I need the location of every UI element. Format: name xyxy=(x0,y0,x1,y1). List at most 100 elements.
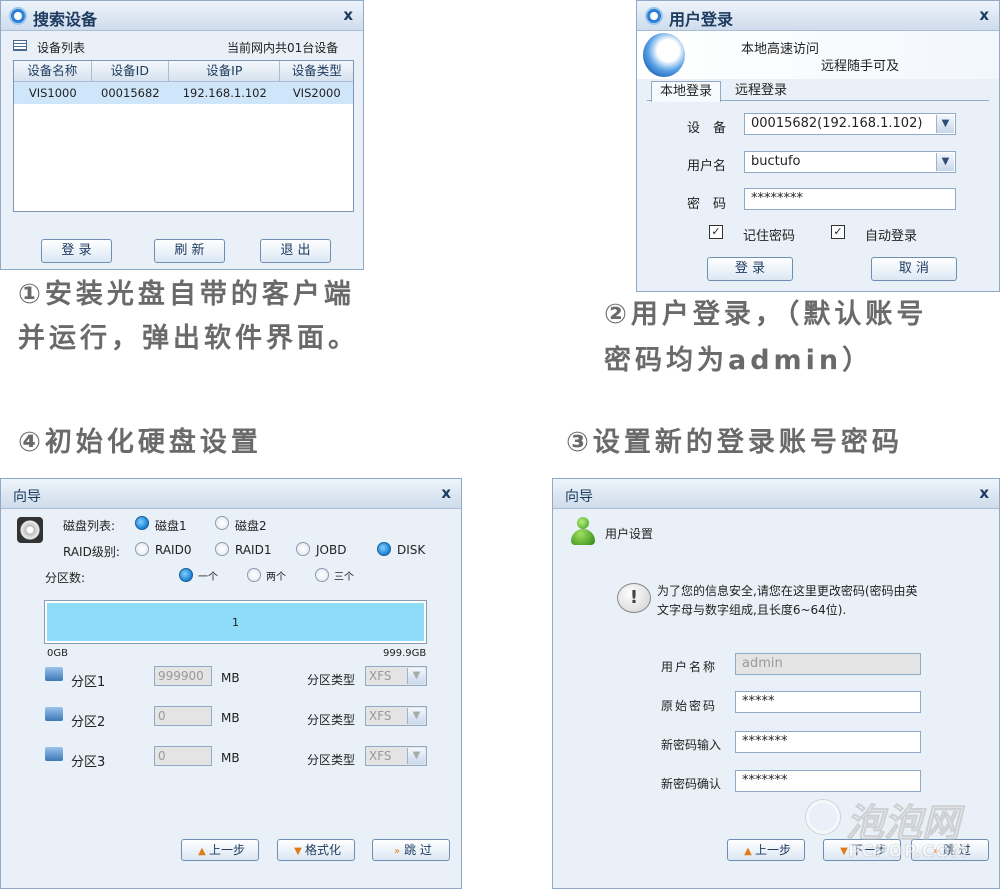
refresh-button[interactable]: 刷 新 xyxy=(154,239,225,263)
disk2-radio[interactable] xyxy=(215,516,229,530)
partition-bar-fill[interactable]: 1 xyxy=(47,603,424,641)
chevron-down-icon: ▼ xyxy=(407,668,425,684)
raid1-radio[interactable] xyxy=(215,542,229,556)
partition-three-label: 三个 xyxy=(334,572,354,583)
login-button[interactable]: 登 录 xyxy=(41,239,112,263)
prev-step-button[interactable]: ▲ 上一步 xyxy=(727,839,805,861)
partition2-type-value: XFS xyxy=(369,709,392,723)
partition2-type-label: 分区类型 xyxy=(307,713,356,727)
skip-button[interactable]: » 跳 过 xyxy=(372,839,450,861)
tab-remote-login[interactable]: 远程登录 xyxy=(735,82,787,100)
tab-local-login[interactable]: 本地登录 xyxy=(651,81,721,102)
chevron-down-icon[interactable]: ▼ xyxy=(936,115,954,133)
banner-line1: 本地高速访问 xyxy=(741,42,820,57)
list-icon xyxy=(13,40,27,51)
partition1-unit: MB xyxy=(221,671,240,685)
table-cell: 192.168.1.102 xyxy=(182,86,267,100)
chevron-down-icon[interactable]: ▼ xyxy=(936,153,954,171)
close-icon[interactable]: x xyxy=(343,6,353,24)
new-password-field[interactable]: ******* xyxy=(735,731,921,753)
scale-max-label: 999.9GB xyxy=(383,648,427,659)
arrow-up-icon: ▲ xyxy=(198,846,206,857)
chevron-down-icon: ▼ xyxy=(407,708,425,724)
disk-list-label: 磁盘列表: xyxy=(63,519,116,533)
partition3-unit: MB xyxy=(221,751,240,765)
table-row[interactable]: VIS1000 00015682 192.168.1.102 VIS2000 xyxy=(14,82,353,104)
search-device-window: 搜索设备 x 设备列表 当前网内共01台设备 设备名称 设备ID 设备IP 设备… xyxy=(0,0,364,270)
device-count-summary: 当前网内共01台设备 xyxy=(227,41,339,55)
column-header[interactable]: 设备IP xyxy=(169,61,281,81)
partition2-type-select[interactable]: XFS ▼ xyxy=(365,706,427,726)
cancel-button[interactable]: 取 消 xyxy=(871,257,957,281)
login-button[interactable]: 登 录 xyxy=(707,257,793,281)
caption-step2-line1: ②用户登录，（默认账号 xyxy=(604,299,928,330)
device-select[interactable]: 00015682(192.168.1.102) ▼ xyxy=(744,113,956,135)
partition2-label: 分区2 xyxy=(71,715,106,730)
caption-step3: ③设置新的登录账号密码 xyxy=(566,427,903,458)
format-button[interactable]: ▼ 格式化 xyxy=(277,839,355,861)
partition1-size-field[interactable]: 999900 xyxy=(154,666,212,686)
user-settings-window: 向导 x 用户设置 ! 为了您的信息安全,请您在这里更改密码(密码由英 文字母与… xyxy=(552,478,1000,889)
partition2-size-field[interactable]: 0 xyxy=(154,706,212,726)
remember-password-checkbox[interactable]: ✓ xyxy=(709,225,723,239)
close-icon[interactable]: x xyxy=(979,6,989,24)
username-label: 用户名 xyxy=(687,159,727,174)
auto-login-checkbox[interactable]: ✓ xyxy=(831,225,845,239)
prev-step-label: 上一步 xyxy=(754,843,791,857)
partition1-type-select[interactable]: XFS ▼ xyxy=(365,666,427,686)
partition-bar-label: 1 xyxy=(232,616,239,629)
app-logo-icon xyxy=(9,7,27,25)
disk-mode-radio[interactable] xyxy=(377,542,391,556)
close-icon[interactable]: x xyxy=(979,484,989,502)
device-label: 设 备 xyxy=(687,121,727,136)
prev-step-button[interactable]: ▲ 上一步 xyxy=(181,839,259,861)
user-login-window: 用户登录 x 本地高速访问 远程随手可及 本地登录 远程登录 设 备 00015… xyxy=(636,0,1000,292)
confirm-password-field[interactable]: ******* xyxy=(735,770,921,792)
caption-step4: ④初始化硬盘设置 xyxy=(18,427,262,458)
partition-two-radio[interactable] xyxy=(247,568,261,582)
old-password-field[interactable]: ***** xyxy=(735,691,921,713)
arrow-down-icon: ▼ xyxy=(294,846,302,857)
partition3-size-field[interactable]: 0 xyxy=(154,746,212,766)
notice-line1: 为了您的信息安全,请您在这里更改密码(密码由英 xyxy=(657,584,918,598)
partition3-type-select[interactable]: XFS ▼ xyxy=(365,746,427,766)
table-header: 设备名称 设备ID 设备IP 设备类型 xyxy=(14,61,353,82)
fast-forward-icon: » xyxy=(933,846,940,857)
column-header[interactable]: 设备ID xyxy=(92,61,170,81)
section-title: 用户设置 xyxy=(605,527,654,541)
partition1-type-label: 分区类型 xyxy=(307,673,356,687)
title-bar: 向导 x xyxy=(553,479,999,509)
raid0-radio[interactable] xyxy=(135,542,149,556)
skip-label: 跳 过 xyxy=(404,843,432,857)
user-avatar-icon xyxy=(569,517,597,547)
jobd-label: JOBD xyxy=(316,543,347,557)
device-select-value: 00015682(192.168.1.102) xyxy=(751,116,923,131)
column-header[interactable]: 设备名称 xyxy=(14,61,92,81)
caption-step2-line2: 密码均为admin） xyxy=(604,345,874,376)
partition1-type-value: XFS xyxy=(369,669,392,683)
hard-disk-icon xyxy=(17,517,43,543)
username-select[interactable]: buctufo ▼ xyxy=(744,151,956,173)
disk1-radio[interactable] xyxy=(135,516,149,530)
next-step-button[interactable]: ▼ 下一步 xyxy=(823,839,901,861)
table-cell: VIS1000 xyxy=(28,86,77,100)
partition-one-radio[interactable] xyxy=(179,568,193,582)
exit-button[interactable]: 退 出 xyxy=(260,239,331,263)
skip-button[interactable]: » 跳 过 xyxy=(911,839,989,861)
title-bar: 搜索设备 x xyxy=(1,1,363,31)
window-title: 用户登录 xyxy=(669,10,734,29)
info-bubble-icon: ! xyxy=(617,583,651,613)
caption-step1-line1: ①安装光盘自带的客户端 xyxy=(18,279,355,310)
disk-mode-label: DISK xyxy=(397,543,426,557)
window-title: 向导 xyxy=(13,489,41,505)
jobd-radio[interactable] xyxy=(296,542,310,556)
skip-label: 跳 过 xyxy=(943,843,971,857)
partition-two-label: 两个 xyxy=(266,572,286,583)
disk2-label: 磁盘2 xyxy=(235,519,267,533)
password-field[interactable]: ******** xyxy=(744,188,956,210)
username-label: 用户名称 xyxy=(661,660,718,674)
column-header[interactable]: 设备类型 xyxy=(280,61,353,81)
format-label: 格式化 xyxy=(304,843,341,857)
partition-three-radio[interactable] xyxy=(315,568,329,582)
close-icon[interactable]: x xyxy=(441,484,451,502)
